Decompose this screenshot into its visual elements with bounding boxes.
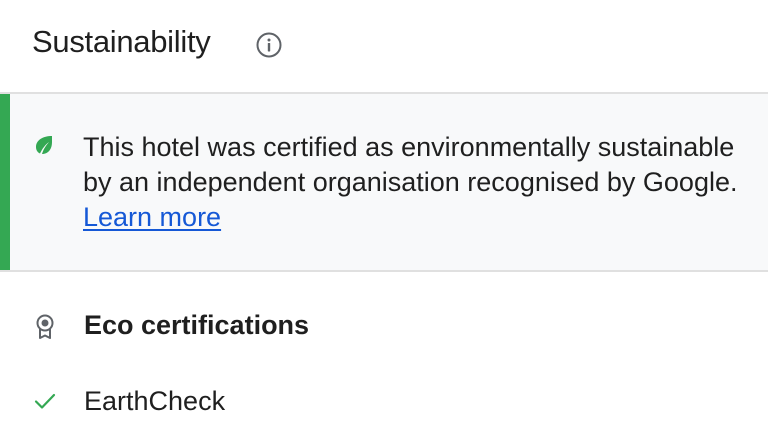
eco-certifications-heading-row: Eco certifications <box>0 300 768 352</box>
award-icon <box>36 314 54 339</box>
sustainability-panel: Sustainability This hotel was certified … <box>0 0 768 439</box>
learn-more-link[interactable]: Learn more <box>83 202 221 232</box>
section-title: Sustainability <box>32 24 211 59</box>
callout-accent-bar <box>0 94 10 270</box>
section-header: Sustainability <box>0 0 768 92</box>
divider <box>0 270 768 272</box>
check-icon <box>34 393 56 409</box>
eco-certifications-heading: Eco certifications <box>84 310 310 340</box>
info-icon[interactable] <box>256 32 282 58</box>
certification-callout: This hotel was certified as environmenta… <box>0 94 768 270</box>
list-item: EarthCheck <box>0 376 768 428</box>
callout-body: This hotel was certified as environmenta… <box>83 132 738 197</box>
callout-text: This hotel was certified as environmenta… <box>83 130 743 235</box>
certification-name: EarthCheck <box>84 386 226 416</box>
leaf-icon <box>36 136 52 154</box>
